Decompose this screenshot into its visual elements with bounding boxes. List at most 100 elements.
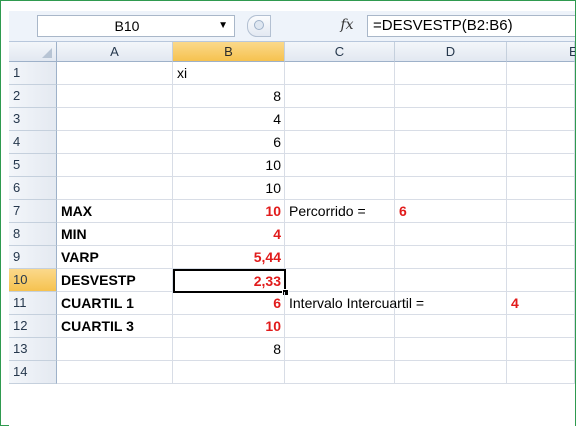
formula-input[interactable]: =DESVESTP(B2:B6) <box>367 15 575 37</box>
row-header-8[interactable]: 8 <box>9 223 57 246</box>
empty-cell[interactable] <box>395 223 507 246</box>
cell-b9[interactable]: 5,44 <box>173 246 285 269</box>
cell-c7[interactable]: Percorrido = <box>285 200 395 223</box>
empty-cell[interactable] <box>57 62 173 85</box>
empty-cell[interactable] <box>57 338 173 361</box>
cell-b2[interactable]: 8 <box>173 85 285 108</box>
empty-cell[interactable] <box>285 246 395 269</box>
cell-b5[interactable]: 10 <box>173 154 285 177</box>
row-header-5[interactable]: 5 <box>9 154 57 177</box>
row-header-14[interactable]: 14 <box>9 361 57 384</box>
row-header-10[interactable]: 10 <box>9 269 57 292</box>
empty-cell[interactable] <box>395 62 507 85</box>
cell-b4[interactable]: 6 <box>173 131 285 154</box>
column-header-d[interactable]: D <box>395 42 507 62</box>
row-header-13[interactable]: 13 <box>9 338 57 361</box>
column-header-b[interactable]: B <box>173 42 285 62</box>
empty-cell[interactable] <box>507 131 575 154</box>
image-frame: B10 ▼ fx =DESVESTP(B2:B6) A B C D E 1 2 … <box>0 0 576 427</box>
cell-b10[interactable]: 2,33 <box>173 269 286 293</box>
empty-cell[interactable] <box>507 246 575 269</box>
cell-a9[interactable]: VARP <box>57 246 173 269</box>
cell-a11[interactable]: CUARTIL 1 <box>57 292 173 315</box>
empty-cell[interactable] <box>285 62 395 85</box>
empty-cell[interactable] <box>57 108 173 131</box>
cell-a8[interactable]: MIN <box>57 223 173 246</box>
column-header-e[interactable]: E <box>507 42 575 62</box>
cell-a12[interactable]: CUARTIL 3 <box>57 315 173 338</box>
insert-function-button[interactable]: fx <box>327 15 367 35</box>
cell-a7[interactable]: MAX <box>57 200 173 223</box>
empty-cell[interactable] <box>285 223 395 246</box>
empty-cell[interactable] <box>173 361 285 384</box>
empty-cell[interactable] <box>57 361 173 384</box>
row-header-3[interactable]: 3 <box>9 108 57 131</box>
empty-cell[interactable] <box>285 315 395 338</box>
name-box-value: B10 <box>114 18 140 34</box>
cell-a10[interactable]: DESVESTP <box>57 269 173 292</box>
empty-cell[interactable] <box>395 269 507 292</box>
empty-cell[interactable] <box>507 200 575 223</box>
empty-cell[interactable] <box>507 361 575 384</box>
cell-d7[interactable]: 6 <box>395 200 507 223</box>
cell-e11[interactable]: 4 <box>507 292 575 315</box>
empty-cell[interactable] <box>507 108 575 131</box>
row-header-1[interactable]: 1 <box>9 62 57 85</box>
empty-cell[interactable] <box>285 85 395 108</box>
select-all-button[interactable] <box>9 42 57 62</box>
empty-cell[interactable] <box>285 108 395 131</box>
empty-cell[interactable] <box>57 131 173 154</box>
row-header-12[interactable]: 12 <box>9 315 57 338</box>
cell-b13[interactable]: 8 <box>173 338 285 361</box>
row-header-2[interactable]: 2 <box>9 85 57 108</box>
cell-b11[interactable]: 6 <box>173 292 285 315</box>
row-header-6[interactable]: 6 <box>9 177 57 200</box>
empty-cell[interactable] <box>395 338 507 361</box>
cell-b3[interactable]: 4 <box>173 108 285 131</box>
chevron-down-icon[interactable]: ▼ <box>218 20 228 32</box>
empty-cell[interactable] <box>395 246 507 269</box>
empty-cell[interactable] <box>507 315 575 338</box>
row-header-4[interactable]: 4 <box>9 131 57 154</box>
empty-cell[interactable] <box>57 177 173 200</box>
cell-b1[interactable]: xi <box>173 62 285 85</box>
empty-cell[interactable] <box>285 361 395 384</box>
empty-cell[interactable] <box>507 62 575 85</box>
empty-cell[interactable] <box>507 154 575 177</box>
empty-cell[interactable] <box>395 315 507 338</box>
empty-cell[interactable] <box>57 85 173 108</box>
empty-cell[interactable] <box>285 338 395 361</box>
circle-icon <box>254 20 264 30</box>
cell-b12[interactable]: 10 <box>173 315 285 338</box>
cell-b7[interactable]: 10 <box>173 200 285 223</box>
empty-cell[interactable] <box>507 338 575 361</box>
empty-cell[interactable] <box>285 131 395 154</box>
column-header-a[interactable]: A <box>57 42 173 62</box>
empty-cell[interactable] <box>395 131 507 154</box>
row-header-11[interactable]: 11 <box>9 292 57 315</box>
name-box[interactable]: B10 ▼ <box>37 15 235 37</box>
cell-b8[interactable]: 4 <box>173 223 285 246</box>
cell-b6[interactable]: 10 <box>173 177 285 200</box>
empty-cell[interactable] <box>285 177 395 200</box>
empty-cell[interactable] <box>285 269 395 292</box>
formula-bar: B10 ▼ fx =DESVESTP(B2:B6) <box>9 11 575 42</box>
empty-cell[interactable] <box>395 85 507 108</box>
empty-cell[interactable] <box>285 154 395 177</box>
formula-bar-expand-button[interactable] <box>247 15 271 37</box>
empty-cell[interactable] <box>395 154 507 177</box>
empty-cell[interactable] <box>507 177 575 200</box>
cell-c11[interactable]: Intervalo Intercuartil = <box>285 292 424 315</box>
select-all-icon <box>42 48 52 58</box>
empty-cell[interactable] <box>395 361 507 384</box>
row-header-7[interactable]: 7 <box>9 200 57 223</box>
empty-cell[interactable] <box>395 177 507 200</box>
empty-cell[interactable] <box>507 269 575 292</box>
empty-cell[interactable] <box>57 154 173 177</box>
column-header-c[interactable]: C <box>285 42 395 62</box>
row-header-9[interactable]: 9 <box>9 246 57 269</box>
spreadsheet-window: B10 ▼ fx =DESVESTP(B2:B6) A B C D E 1 2 … <box>9 11 575 427</box>
empty-cell[interactable] <box>507 85 575 108</box>
empty-cell[interactable] <box>395 108 507 131</box>
empty-cell[interactable] <box>507 223 575 246</box>
